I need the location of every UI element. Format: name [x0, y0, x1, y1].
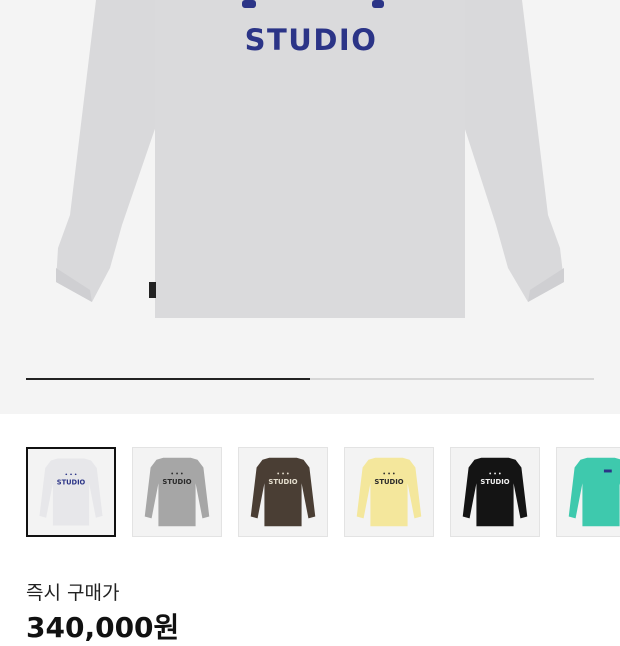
carousel-progress-fill [26, 378, 310, 380]
thumbnail-shirt-image: • • •STUDIO [462, 457, 528, 527]
svg-text:• • •: • • • [277, 471, 290, 477]
color-thumbnail[interactable]: • • • STUDIO [132, 447, 222, 537]
thumbnail-shirt-image: • • •STUDIO [144, 457, 210, 527]
thumbnail-shirt-image [568, 457, 620, 527]
product-image-carousel[interactable]: STUDIO [0, 0, 620, 414]
thumbnail-shirt-image: • • •STUDIO [356, 457, 422, 527]
product-image: STUDIO [56, 0, 564, 318]
color-thumbnail-list: • • • STUDIO • • • STUDIO • • • STUDIO • • • ST… [26, 447, 620, 539]
svg-text:• • •: • • • [171, 471, 184, 477]
buy-now-price-label: 즉시 구매가 [26, 582, 120, 604]
thumbnail-print-text: STUDIO [57, 478, 86, 486]
color-thumbnail[interactable] [556, 447, 620, 537]
thumbnail-print-text: STUDIO [268, 478, 297, 486]
thumbnail-shirt-image: • • •STUDIO [250, 457, 316, 527]
svg-text:• • •: • • • [489, 471, 502, 477]
brand-print-text: STUDIO [245, 23, 378, 57]
svg-text:• • •: • • • [65, 473, 77, 478]
svg-text:• • •: • • • [383, 471, 396, 477]
thumbnail-print-text: STUDIO [480, 478, 509, 486]
color-thumbnail[interactable]: • • • STUDIO [450, 447, 540, 537]
buy-now-price-value: 340,000원 [26, 611, 180, 644]
color-thumbnail[interactable]: • • • STUDIO [238, 447, 328, 537]
color-thumbnail[interactable]: • • • STUDIO [26, 447, 116, 537]
thumbnail-shirt-image: • • •STUDIO [39, 458, 103, 526]
thumbnail-print-text: STUDIO [374, 478, 403, 486]
thumbnail-print-text: STUDIO [162, 478, 191, 486]
carousel-progress-bar [26, 378, 594, 380]
color-thumbnail[interactable]: • • • STUDIO [344, 447, 434, 537]
